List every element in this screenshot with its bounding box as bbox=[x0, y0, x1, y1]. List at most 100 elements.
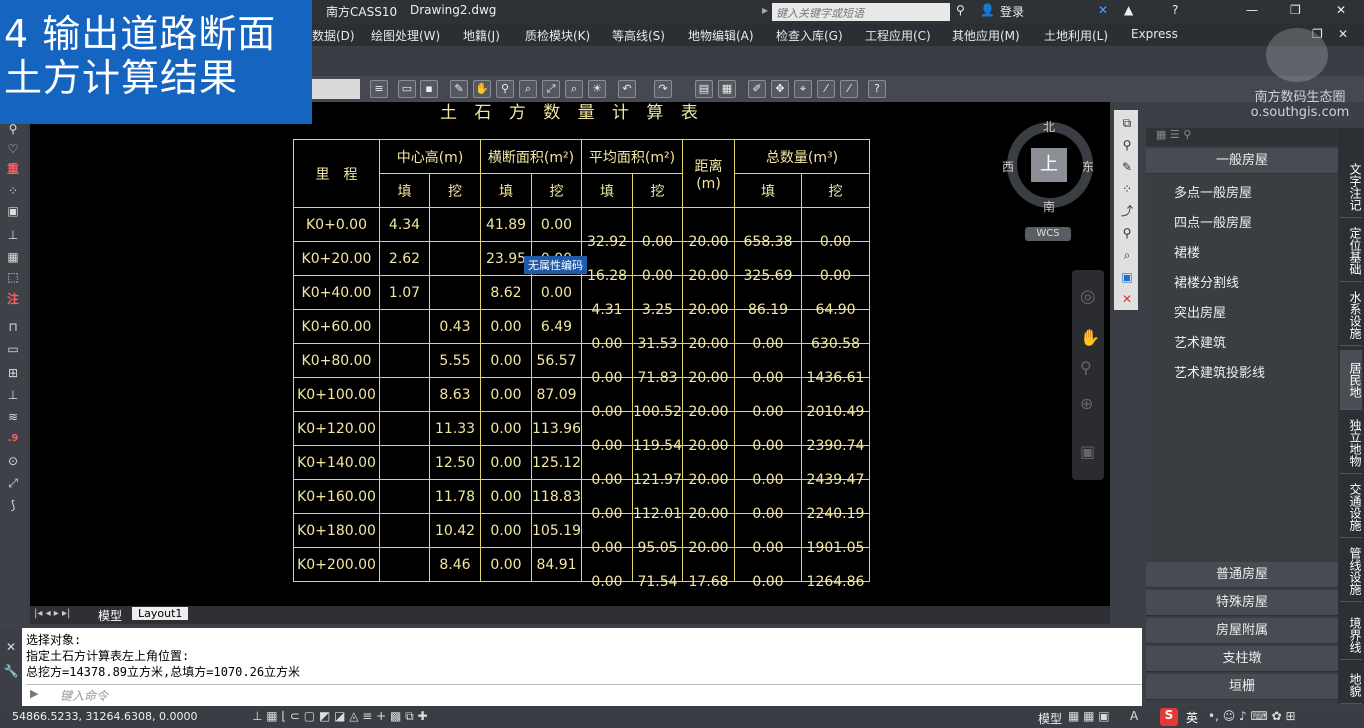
vtab-independent[interactable]: 独立地物 bbox=[1340, 412, 1362, 474]
wcs-menu[interactable]: WCS bbox=[1025, 227, 1071, 241]
find-tool-icon[interactable]: ⚲ bbox=[1118, 136, 1136, 154]
snap-toggles-icon[interactable]: ⊥ ▦ ⌊ ⊂ ▢ ◩ ◪ ◬ ≡ + ▩ ⧉ ✚ bbox=[252, 709, 428, 724]
help-tool-icon[interactable]: ? bbox=[868, 80, 886, 98]
zoom-extents-icon[interactable]: ⤢ bbox=[542, 80, 560, 98]
select-tool-icon[interactable]: ⬚ bbox=[4, 268, 22, 286]
rect-tool-icon[interactable]: ▭ bbox=[4, 340, 22, 358]
compass-north[interactable]: 北 bbox=[1043, 118, 1055, 135]
menu-data[interactable]: 数据(D) bbox=[312, 27, 355, 44]
exchange-icon[interactable]: ✕ bbox=[1098, 3, 1108, 17]
vtab-boundary[interactable]: 境界线 bbox=[1340, 610, 1362, 660]
panel-header-ordinary-house[interactable]: 普通房屋 bbox=[1146, 562, 1338, 588]
control-point-icon[interactable]: ⊥ bbox=[4, 226, 22, 244]
vtab-residential[interactable]: 居民地 bbox=[1340, 350, 1362, 410]
settings-wrench-icon[interactable]: 🔧 bbox=[0, 664, 22, 678]
menu-check[interactable]: 检查入库(G) bbox=[776, 27, 843, 44]
panel-header-fence[interactable]: 垣栅 bbox=[1146, 674, 1338, 700]
drawing-canvas[interactable]: 土 石 方 数 量 计 算 表 里 程 中心高(m) 横断面积(m²) 平均面积… bbox=[30, 102, 1110, 606]
panel-header-house-attached[interactable]: 房屋附属 bbox=[1146, 618, 1338, 644]
window-tool-icon[interactable]: ▣ bbox=[1118, 268, 1136, 286]
compass-east[interactable]: 东 bbox=[1082, 158, 1094, 175]
sogou-icon[interactable]: S bbox=[1160, 708, 1178, 726]
circle-tool-icon[interactable]: ⊙ bbox=[4, 452, 22, 470]
panel-view-toggle-icon[interactable]: ▦ ☰ ⚲ bbox=[1146, 128, 1338, 146]
ime-lang[interactable]: 英 bbox=[1186, 709, 1198, 726]
zoom-prev-icon[interactable]: ⌕ bbox=[565, 80, 583, 98]
close-doc-icon[interactable]: ✕ bbox=[1338, 27, 1348, 41]
camera-tool-icon[interactable]: ▣ bbox=[4, 202, 22, 220]
zoom-window-icon[interactable]: ⌕ bbox=[519, 80, 537, 98]
search-arrow-icon[interactable]: ▸ bbox=[762, 3, 768, 17]
compass-south[interactable]: 南 bbox=[1043, 198, 1055, 215]
snap-icon[interactable]: ⌖ bbox=[794, 80, 812, 98]
command-input[interactable]: ▶ 键入命令 bbox=[26, 684, 1142, 704]
showmotion-icon[interactable]: ▣ bbox=[1080, 442, 1095, 461]
grid-icon[interactable]: ▦ bbox=[718, 80, 736, 98]
curve-tool-icon[interactable]: ⤢ bbox=[4, 474, 22, 492]
save-icon[interactable]: ▪ bbox=[420, 80, 438, 98]
menu-qc[interactable]: 质检模块(K) bbox=[525, 27, 590, 44]
pan-nav-icon[interactable]: ✋ bbox=[1080, 328, 1100, 347]
vtab-water[interactable]: 水系设施 bbox=[1340, 284, 1362, 346]
menu-draw[interactable]: 绘图处理(W) bbox=[371, 27, 440, 44]
compass-west[interactable]: 西 bbox=[1002, 158, 1014, 175]
river-tool-icon[interactable]: ≋ bbox=[4, 408, 22, 426]
query-tool-icon[interactable]: ⚲ bbox=[1118, 224, 1136, 242]
layer-manager-icon[interactable]: ▤ bbox=[695, 80, 713, 98]
pan-icon[interactable]: ✋ bbox=[473, 80, 491, 98]
panel-item-multi-point-house[interactable]: 多点一般房屋 bbox=[1174, 182, 1252, 201]
points-tool-icon[interactable]: ⁘ bbox=[1118, 180, 1136, 198]
brush-icon[interactable]: ✐ bbox=[748, 80, 766, 98]
wave-tool-icon[interactable]: ⟆ bbox=[4, 496, 22, 514]
menu-cadastre[interactable]: 地籍(J) bbox=[463, 27, 500, 44]
open-icon[interactable]: ▭ bbox=[398, 80, 416, 98]
menu-other[interactable]: 其他应用(M) bbox=[952, 27, 1020, 44]
vtab-traffic[interactable]: 交通设施 bbox=[1340, 476, 1362, 538]
panel-item-podium[interactable]: 裙楼 bbox=[1174, 242, 1200, 261]
tab-model[interactable]: 模型 bbox=[98, 607, 122, 624]
undo-icon[interactable]: ↶ bbox=[618, 80, 636, 98]
vtab-pipeline[interactable]: 管线设施 bbox=[1340, 540, 1362, 602]
panel-item-art-building[interactable]: 艺术建筑 bbox=[1174, 332, 1226, 351]
heart-tool-icon[interactable]: ♡ bbox=[4, 140, 22, 158]
lines-icon[interactable]: ≡ bbox=[370, 80, 388, 98]
line-icon[interactable]: ⁄ bbox=[817, 80, 835, 98]
redraw-tool[interactable]: 重 bbox=[4, 160, 22, 178]
steering-wheel-icon[interactable]: ◎ bbox=[1080, 286, 1096, 307]
redo-icon[interactable]: ↷ bbox=[654, 80, 672, 98]
close-cmd-icon[interactable]: ✕ bbox=[0, 640, 22, 654]
tab-layout1[interactable]: Layout1 bbox=[132, 607, 189, 620]
delete-tool-icon[interactable]: ✕ bbox=[1118, 290, 1136, 308]
polyline-icon[interactable]: ⁄ bbox=[840, 80, 858, 98]
annotate-tool[interactable]: 注 bbox=[4, 290, 22, 308]
edit-tool-icon[interactable]: ✎ bbox=[1118, 158, 1136, 176]
tab-nav-arrows-icon[interactable]: |◂ ◂ ▸ ▸| bbox=[34, 608, 70, 619]
properties-icon[interactable]: ☀ bbox=[588, 80, 606, 98]
close-window-icon[interactable]: ✕ bbox=[1336, 3, 1346, 17]
command-handle[interactable]: ✕ 🔧 bbox=[0, 628, 22, 706]
survey-tool-icon[interactable]: ▦ bbox=[4, 248, 22, 266]
orbit-nav-icon[interactable]: ⊕ bbox=[1080, 394, 1093, 413]
panel-item-art-projection[interactable]: 艺术建筑投影线 bbox=[1174, 362, 1265, 381]
ime-tools-icon[interactable]: •, ☺ ♪ ⌨ ✿ ⊞ bbox=[1208, 709, 1296, 723]
model-space-button[interactable]: 模型 bbox=[1038, 710, 1062, 727]
curve-edit-icon[interactable]: ⤴ bbox=[1118, 202, 1136, 220]
rail-tool-icon[interactable]: ⊞ bbox=[4, 364, 22, 382]
a360-icon[interactable]: ▲ bbox=[1124, 3, 1133, 17]
restore-icon[interactable]: ❐ bbox=[1290, 3, 1301, 17]
panel-header-pillar[interactable]: 支柱墩 bbox=[1146, 646, 1338, 672]
house-tool-icon[interactable]: ⊓ bbox=[4, 318, 22, 336]
panel-item-four-point-house[interactable]: 四点一般房屋 bbox=[1174, 212, 1252, 231]
menu-express[interactable]: Express bbox=[1131, 27, 1178, 41]
move-icon[interactable]: ✥ bbox=[771, 80, 789, 98]
wall-tool-icon[interactable]: ⊥ bbox=[4, 386, 22, 404]
layout-status-icon[interactable]: ▦ ▦ ▣ bbox=[1068, 709, 1110, 723]
user-icon[interactable]: 👤 bbox=[980, 3, 995, 17]
layer-dropdown[interactable] bbox=[312, 79, 360, 99]
menu-feature-edit[interactable]: 地物编辑(A) bbox=[688, 27, 754, 44]
help-icon[interactable]: ? bbox=[1172, 3, 1178, 17]
zoom-nav-icon[interactable]: ⚲ bbox=[1080, 358, 1092, 377]
pencil-icon[interactable]: ✎ bbox=[450, 80, 468, 98]
menu-contour[interactable]: 等高线(S) bbox=[612, 27, 665, 44]
menu-land[interactable]: 土地利用(L) bbox=[1044, 27, 1108, 44]
